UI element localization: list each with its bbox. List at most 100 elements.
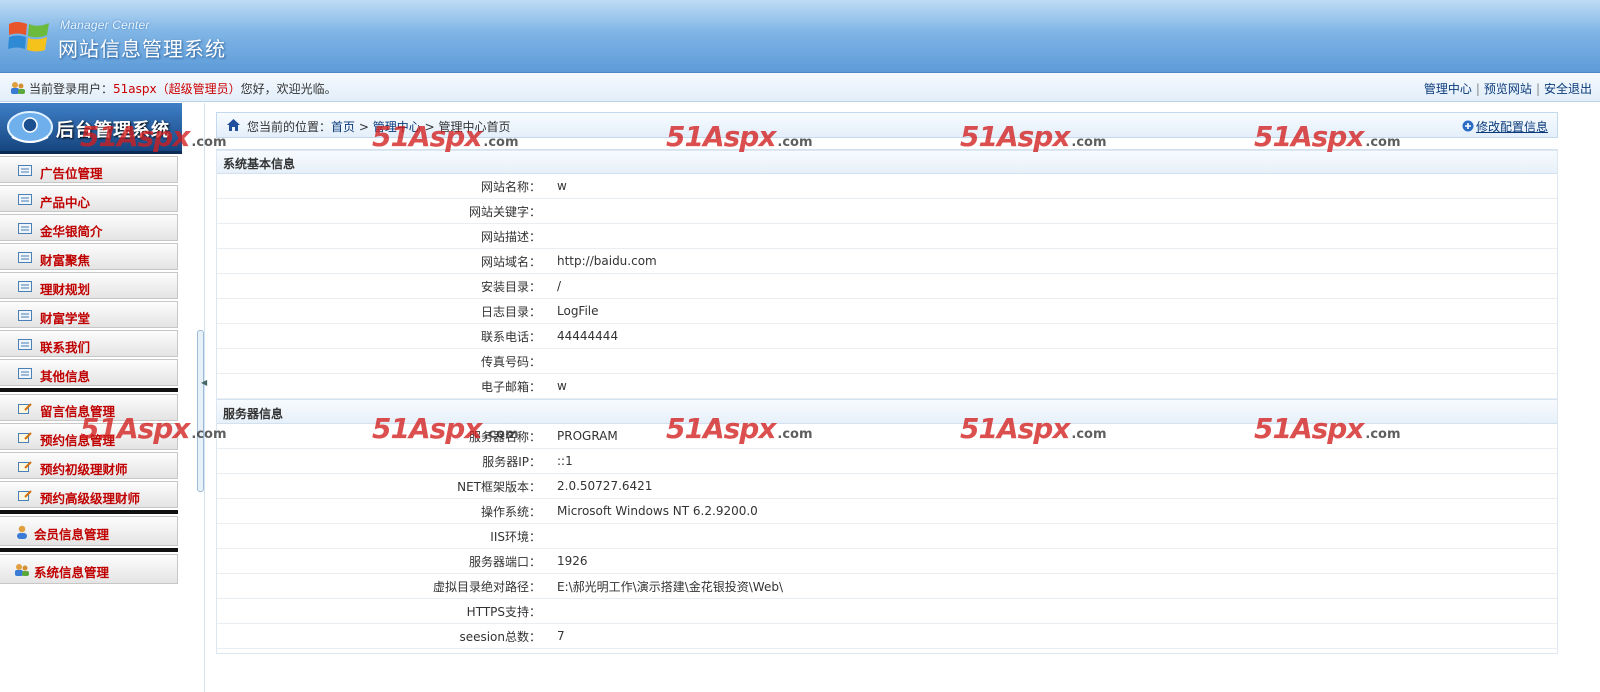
info-value: 44444444	[557, 323, 1558, 349]
watermark: 51Aspx .com	[372, 412, 519, 445]
sidebar-item-about[interactable]: 金华银简介	[0, 214, 178, 241]
home-icon	[227, 119, 240, 131]
watermark-brand: 51Aspx	[80, 412, 190, 445]
watermark-suffix: .com	[483, 427, 519, 442]
sidebar-item-junior-planner[interactable]: 预约初级理财师	[0, 452, 178, 479]
watermark-brand: 51Aspx	[372, 120, 482, 153]
watermark: 51Aspx .com	[666, 412, 813, 445]
table-row: 虚拟目录绝对路径： E:\郝光明工作\演示搭建\金花银投资\Web\	[216, 573, 1558, 599]
sidebar-divider	[0, 388, 178, 392]
watermark-brand: 51Aspx	[960, 412, 1070, 445]
watermark-suffix: .com	[1365, 135, 1401, 150]
link-logout[interactable]: 安全退出	[1544, 82, 1592, 96]
watermark-brand: 51Aspx	[1254, 412, 1364, 445]
table-row: 日志目录： LogFile	[216, 298, 1558, 324]
watermark: 51Aspx .com	[372, 120, 519, 153]
list-icon	[18, 368, 32, 379]
table-row: 网站域名： http://baidu.com	[216, 248, 1558, 274]
edit-note-icon	[18, 432, 32, 443]
info-value: 1926	[557, 548, 1558, 574]
info-label: 服务器IP：	[216, 448, 557, 474]
watermark-suffix: .com	[191, 427, 227, 442]
table-row: IIS环境：	[216, 523, 1558, 549]
info-label: seesion总数：	[216, 623, 557, 649]
info-value	[557, 598, 1558, 624]
sidebar-item-label: 预约初级理财师	[40, 462, 128, 477]
table-row: 安装目录： /	[216, 273, 1558, 299]
windows-logo-icon	[8, 22, 49, 52]
info-label: 联系电话：	[216, 323, 557, 349]
login-status: 当前登录用户：51aspx（超级管理员）您好，欢迎光临。	[10, 80, 337, 97]
list-icon	[18, 194, 32, 205]
link-manage-center[interactable]: 管理中心	[1424, 82, 1472, 96]
site-info-table: 网站名称： w 网站关键字： 网站描述： 网站域名： http://baidu.com 安装…	[216, 174, 1558, 399]
info-value: w	[557, 373, 1558, 399]
watermark: 51Aspx .com	[666, 120, 813, 153]
edit-note-icon	[18, 461, 32, 472]
login-greeting: 您好，欢迎光临。	[240, 82, 337, 96]
info-label: 网站域名：	[216, 248, 557, 274]
sidebar-item-products[interactable]: 产品中心	[0, 185, 178, 212]
watermark-brand: 51Aspx	[80, 120, 190, 153]
table-row: HTTPS支持：	[216, 598, 1558, 624]
info-value: Microsoft Windows NT 6.2.9200.0	[557, 498, 1558, 524]
info-value	[557, 348, 1558, 374]
watermark-brand: 51Aspx	[1254, 120, 1364, 153]
collapse-arrow-icon[interactable]: ◀	[201, 378, 207, 387]
user-icon	[17, 525, 27, 539]
sidebar-item-label: 系统信息管理	[34, 565, 110, 580]
table-row: 网站关键字：	[216, 198, 1558, 224]
info-label: 虚拟目录绝对路径：	[216, 573, 557, 599]
sidebar-item-school[interactable]: 财富学堂	[0, 301, 178, 328]
plus-circle-icon	[1462, 120, 1474, 132]
watermark: 51Aspx .com	[1254, 120, 1401, 153]
info-label: NET框架版本：	[216, 473, 557, 499]
admin-badge-icon	[7, 111, 53, 143]
info-label: 网站描述：	[216, 223, 557, 249]
info-label: 传真号码：	[216, 348, 557, 374]
watermark: 51Aspx .com	[80, 412, 227, 445]
sidebar-item-planning[interactable]: 理财规划	[0, 272, 178, 299]
sidebar-item-senior-planner[interactable]: 预约高级级理财师	[0, 481, 178, 508]
info-label: HTTPS支持：	[216, 598, 557, 624]
sidebar-item-label: 理财规划	[40, 282, 91, 297]
top-links: 管理中心 | 预览网站 | 安全退出	[1424, 80, 1592, 97]
edit-config-label: 修改配置信息	[1475, 120, 1548, 134]
table-row: 网站描述：	[216, 223, 1558, 249]
users-icon	[15, 564, 29, 576]
sidebar-toggle-handle[interactable]	[197, 330, 204, 492]
sidebar-divider	[0, 548, 178, 552]
watermark: 51Aspx .com	[960, 412, 1107, 445]
sidebar-item-label: 财富聚焦	[40, 253, 91, 268]
watermark: 51Aspx .com	[80, 120, 227, 153]
sidebar-item-contact[interactable]: 联系我们	[0, 330, 178, 357]
app-header: Manager Center 网站信息管理系统	[0, 0, 1600, 73]
sidebar-item-label: 广告位管理	[40, 166, 103, 181]
table-row: 服务器端口： 1926	[216, 548, 1558, 574]
link-preview-site[interactable]: 预览网站	[1484, 82, 1532, 96]
sidebar-item-system[interactable]: 系统信息管理	[0, 554, 178, 584]
sidebar-divider	[0, 510, 178, 514]
sidebar-item-ads[interactable]: 广告位管理	[0, 156, 178, 183]
info-label: IIS环境：	[216, 523, 557, 549]
info-value	[557, 198, 1558, 224]
info-label: 电子邮箱：	[216, 373, 557, 399]
info-label: 日志目录：	[216, 298, 557, 324]
list-icon	[18, 339, 32, 350]
info-value: E:\郝光明工作\演示搭建\金花银投资\Web\	[557, 573, 1558, 599]
info-label: 操作系统：	[216, 498, 557, 524]
logo-subtitle: Manager Center	[60, 18, 150, 32]
sidebar-item-other[interactable]: 其他信息	[0, 359, 178, 386]
sidebar-item-wealth-focus[interactable]: 财富聚焦	[0, 243, 178, 270]
watermark-brand: 51Aspx	[666, 120, 776, 153]
info-value	[557, 523, 1558, 549]
user-bar: 当前登录用户：51aspx（超级管理员）您好，欢迎光临。 管理中心 | 预览网站 | 安…	[0, 73, 1600, 102]
watermark-brand: 51Aspx	[960, 120, 1070, 153]
breadcrumb-home[interactable]: 首页	[331, 120, 355, 134]
edit-config-link[interactable]: 修改配置信息	[1462, 118, 1548, 135]
sidebar-item-members[interactable]: 会员信息管理	[0, 516, 178, 546]
table-row: 网站名称： w	[216, 174, 1558, 199]
separator: |	[1475, 82, 1480, 96]
login-username: 51aspx（超级管理员）	[113, 82, 241, 96]
sidebar-item-label: 会员信息管理	[34, 527, 110, 542]
